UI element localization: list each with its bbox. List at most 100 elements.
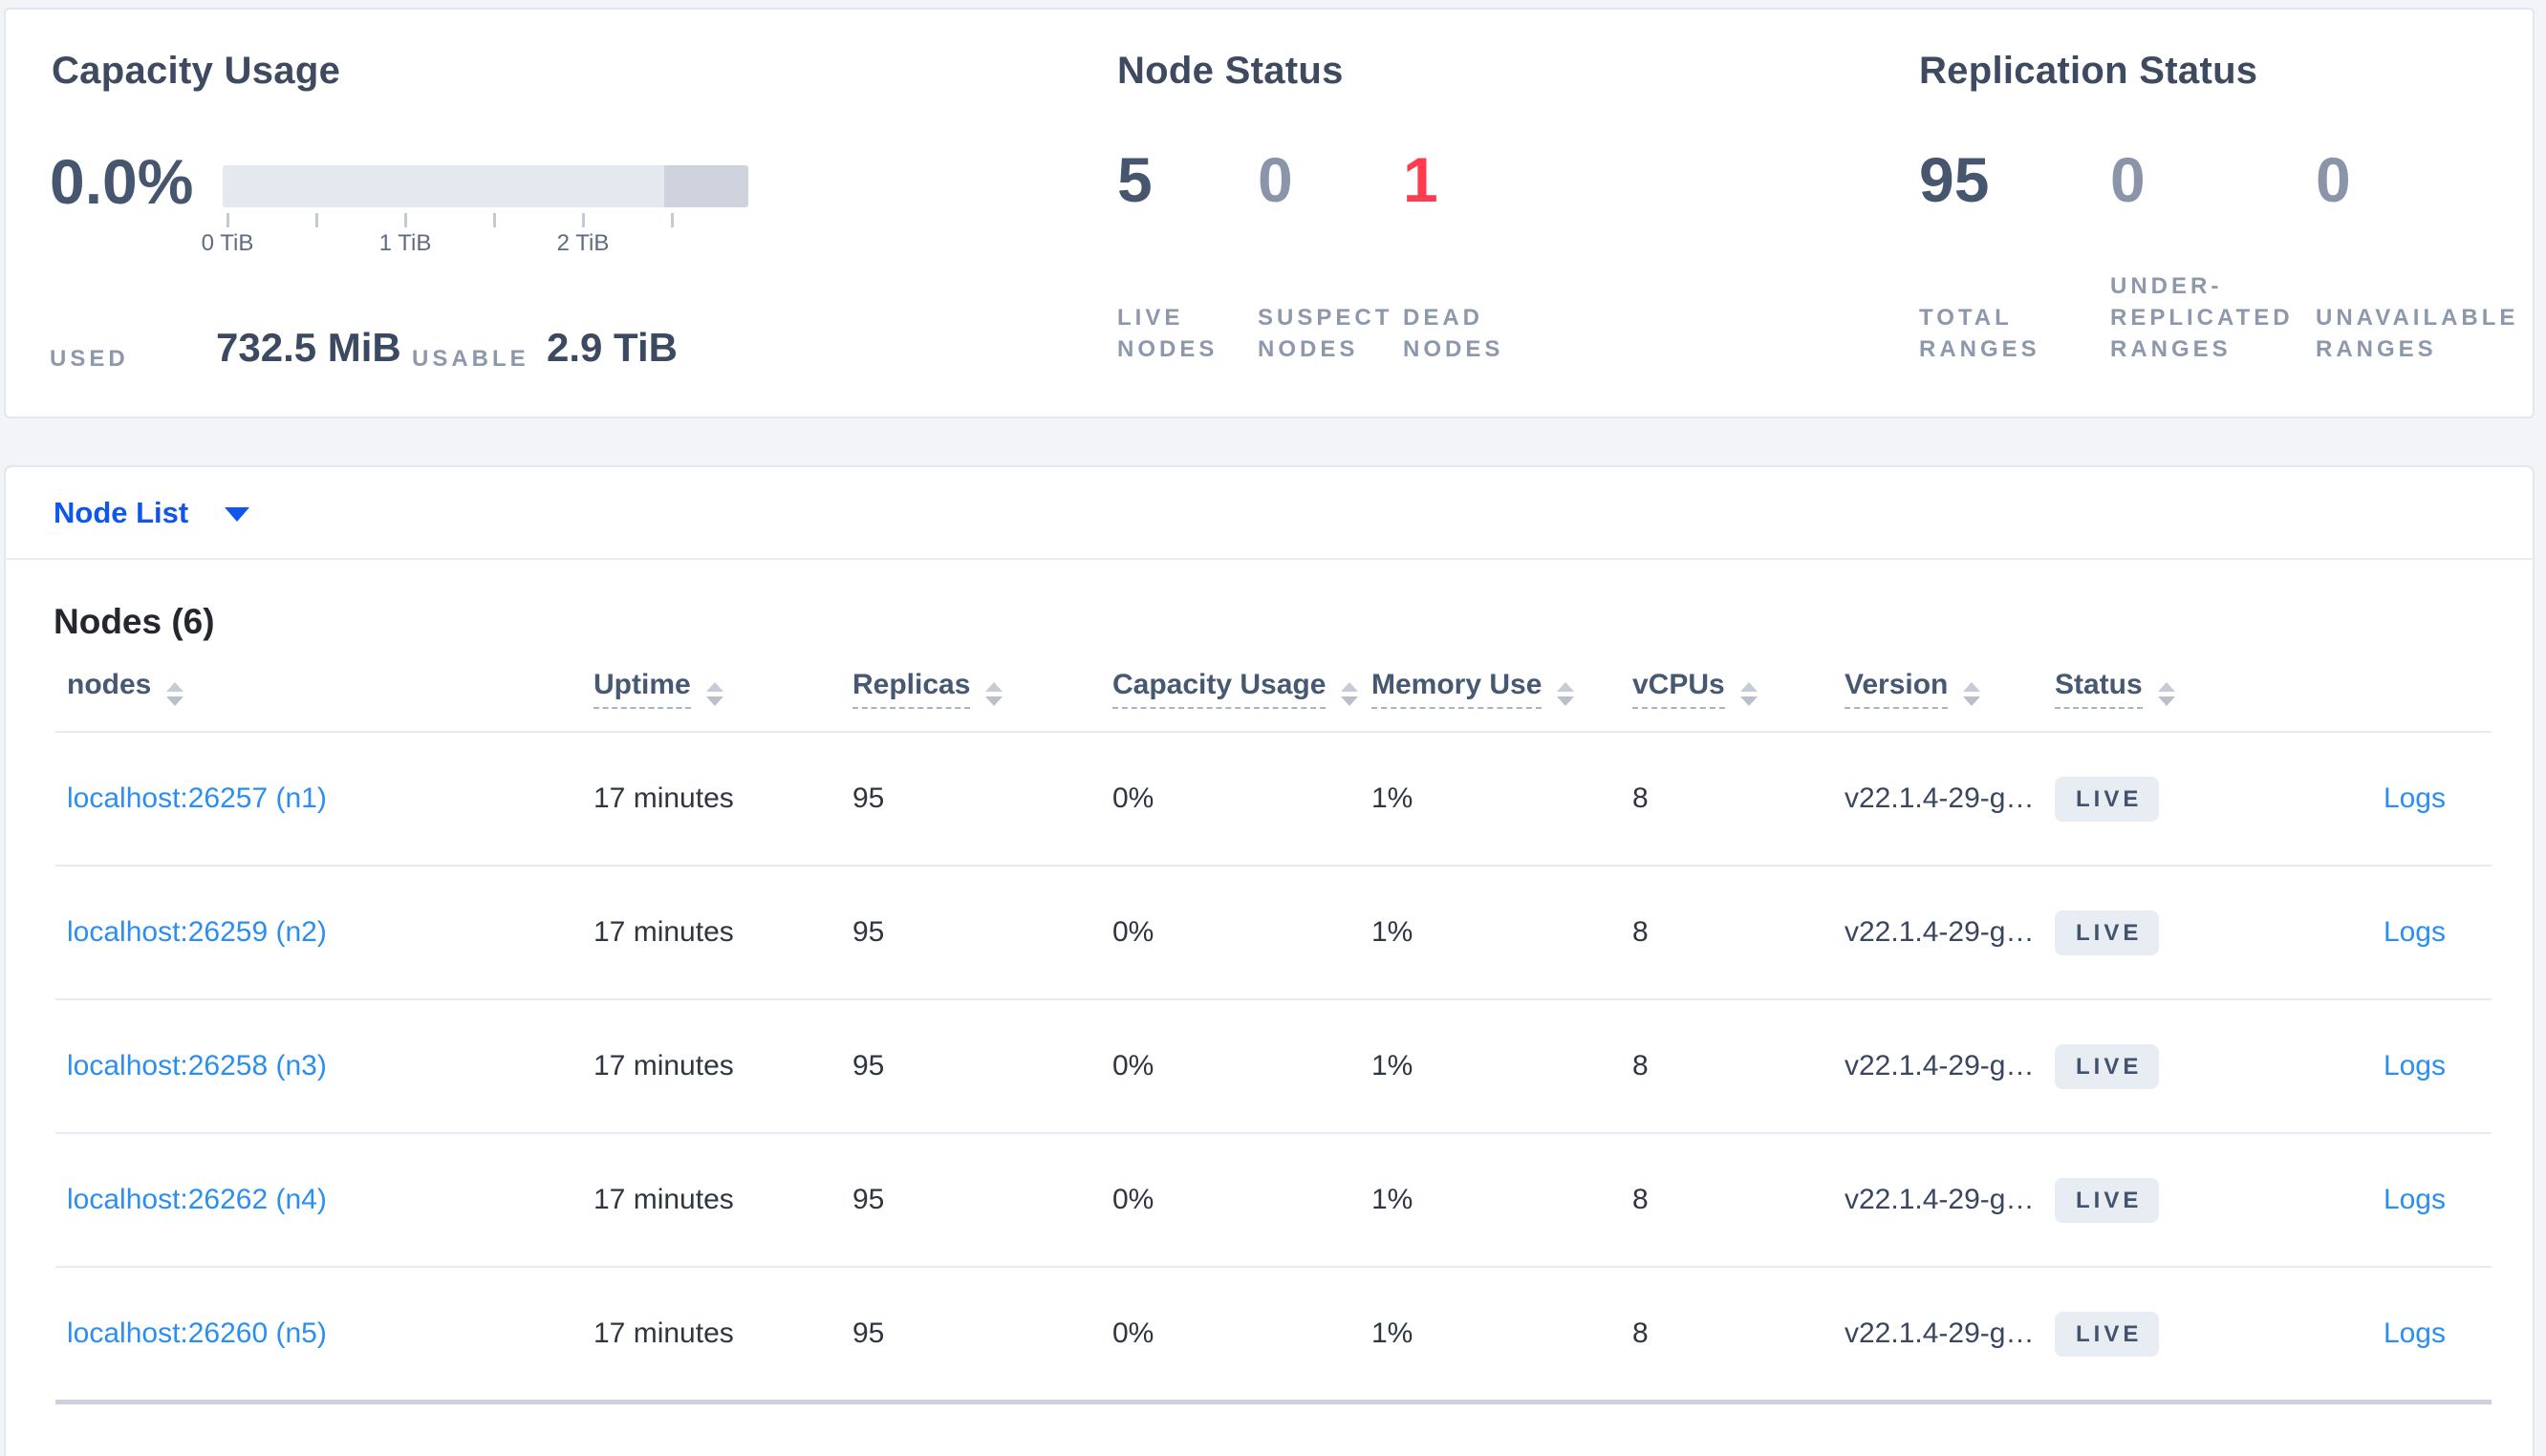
status-cell: LIVE	[2055, 1133, 2246, 1268]
sort-icon	[1341, 682, 1359, 706]
replication-labels: TOTAL RANGES UNDER-REPLICATED RANGES UNA…	[1919, 268, 2541, 365]
node-link[interactable]: localhost:26260 (n5)	[67, 1317, 327, 1349]
used-value: 732.5 MiB	[216, 325, 401, 370]
axis-tick-label: 1 TiB	[378, 230, 432, 256]
axis-tick	[671, 213, 674, 227]
table-row: localhost:26262 (n4) 17 minutes 95 0% 1%…	[55, 1133, 2492, 1268]
suspect-nodes-count: 0	[1258, 144, 1293, 215]
capacity-usage-cell: 0%	[1112, 1133, 1371, 1268]
status-badge: LIVE	[2055, 776, 2160, 822]
axis-tick	[582, 213, 585, 227]
column-header-replicas[interactable]: Replicas	[852, 669, 1112, 733]
column-label: nodes	[67, 669, 152, 700]
vcpus-cell: 8	[1632, 999, 1845, 1134]
vcpus-cell: 8	[1632, 1267, 1845, 1404]
column-header-status[interactable]: Status	[2055, 669, 2246, 733]
replicas-cell: 95	[852, 1133, 1112, 1268]
chevron-down-icon	[225, 507, 250, 522]
table-row: localhost:26259 (n2) 17 minutes 95 0% 1%…	[55, 866, 2492, 1000]
column-header-logs	[2246, 669, 2492, 733]
capacity-usage-title: Capacity Usage	[52, 50, 341, 92]
node-status-labels: LIVE NODES SUSPECT NODES DEAD NODES	[1117, 268, 1557, 365]
version-cell: v22.1.4-29-g…	[1845, 1133, 2055, 1268]
unavailable-ranges-label: UNAVAILABLE RANGES	[2316, 305, 2519, 362]
used-label: USED	[50, 346, 129, 372]
view-selector-bar[interactable]: Node List	[4, 465, 2535, 558]
capacity-bar	[223, 165, 748, 207]
nodes-table-panel: Nodes (6) nodes Uptime Replicas Capacity…	[4, 558, 2535, 1456]
column-label: Capacity Usage	[1112, 669, 1327, 709]
cluster-overview-panel: Capacity Usage 0.0% 0 TiB 1 TiB 2 TiB US…	[4, 8, 2535, 418]
column-header-memory-use[interactable]: Memory Use	[1371, 669, 1632, 733]
uptime-cell: 17 minutes	[593, 1267, 852, 1404]
status-cell: LIVE	[2055, 999, 2246, 1134]
table-header-row: nodes Uptime Replicas Capacity Usage Mem…	[55, 669, 2492, 733]
logs-link[interactable]: Logs	[2384, 1050, 2446, 1081]
table-row: localhost:26257 (n1) 17 minutes 95 0% 1%…	[55, 732, 2492, 867]
column-header-vcpus[interactable]: vCPUs	[1632, 669, 1845, 733]
uptime-cell: 17 minutes	[593, 866, 852, 1000]
usable-value: 2.9 TiB	[547, 325, 678, 370]
uptime-cell: 17 minutes	[593, 1133, 852, 1268]
column-label: Replicas	[852, 669, 971, 709]
column-label: Uptime	[593, 669, 691, 709]
sort-icon	[166, 682, 184, 706]
version-cell: v22.1.4-29-g…	[1845, 999, 2055, 1134]
logs-link[interactable]: Logs	[2384, 916, 2446, 948]
nodes-heading: Nodes (6)	[54, 602, 215, 641]
nodes-table: nodes Uptime Replicas Capacity Usage Mem…	[55, 669, 2492, 1404]
vcpus-cell: 8	[1632, 1133, 1845, 1268]
node-list-dropdown[interactable]: Node List	[54, 496, 188, 530]
axis-tick	[315, 213, 318, 227]
table-row: localhost:26260 (n5) 17 minutes 95 0% 1%…	[55, 1267, 2492, 1404]
under-replicated-ranges-label: UNDER-REPLICATED RANGES	[2110, 273, 2294, 362]
version-cell: v22.1.4-29-g…	[1845, 732, 2055, 867]
uptime-cell: 17 minutes	[593, 999, 852, 1134]
column-header-version[interactable]: Version	[1845, 669, 2055, 733]
axis-tick-label: 0 TiB	[201, 230, 254, 256]
table-row: localhost:26258 (n3) 17 minutes 95 0% 1%…	[55, 999, 2492, 1134]
under-replicated-ranges-count: 0	[2110, 144, 2146, 215]
usable-label: USABLE	[412, 346, 529, 372]
logs-link[interactable]: Logs	[2384, 1184, 2446, 1215]
version-cell: v22.1.4-29-g…	[1845, 866, 2055, 1000]
column-header-nodes[interactable]: nodes	[55, 669, 593, 733]
node-link[interactable]: localhost:26258 (n3)	[67, 1050, 327, 1081]
capacity-bar-usable-segment	[223, 165, 664, 207]
version-cell: v22.1.4-29-g…	[1845, 1267, 2055, 1404]
capacity-usage-cell: 0%	[1112, 732, 1371, 867]
dead-nodes-label: DEAD NODES	[1403, 305, 1504, 362]
sort-icon	[2157, 682, 2175, 706]
node-link[interactable]: localhost:26262 (n4)	[67, 1184, 327, 1215]
sort-icon	[1557, 682, 1575, 706]
status-badge: LIVE	[2055, 1043, 2160, 1089]
node-link[interactable]: localhost:26259 (n2)	[67, 916, 327, 948]
live-nodes-count: 5	[1117, 144, 1153, 215]
replication-status-title: Replication Status	[1919, 50, 2258, 92]
replicas-cell: 95	[852, 999, 1112, 1134]
column-label: vCPUs	[1632, 669, 1725, 709]
status-badge: LIVE	[2055, 1311, 2160, 1357]
status-cell: LIVE	[2055, 732, 2246, 867]
sort-icon	[1963, 682, 1981, 706]
status-cell: LIVE	[2055, 1267, 2246, 1404]
capacity-usage-cell: 0%	[1112, 866, 1371, 1000]
memory-use-cell: 1%	[1371, 732, 1632, 867]
memory-use-cell: 1%	[1371, 866, 1632, 1000]
logs-link[interactable]: Logs	[2384, 1317, 2446, 1349]
status-badge: LIVE	[2055, 910, 2160, 955]
dead-nodes-count: 1	[1403, 144, 1438, 215]
sort-icon	[985, 682, 1003, 706]
memory-use-cell: 1%	[1371, 1267, 1632, 1404]
node-status-title: Node Status	[1117, 50, 1344, 92]
column-header-uptime[interactable]: Uptime	[593, 669, 852, 733]
column-header-capacity-usage[interactable]: Capacity Usage	[1112, 669, 1371, 733]
logs-link[interactable]: Logs	[2384, 782, 2446, 814]
live-nodes-label: LIVE NODES	[1117, 305, 1219, 362]
uptime-cell: 17 minutes	[593, 732, 852, 867]
axis-tick	[404, 213, 407, 227]
axis-tick	[227, 213, 229, 227]
capacity-percent: 0.0%	[50, 146, 194, 217]
node-link[interactable]: localhost:26257 (n1)	[67, 782, 327, 814]
vcpus-cell: 8	[1632, 866, 1845, 1000]
